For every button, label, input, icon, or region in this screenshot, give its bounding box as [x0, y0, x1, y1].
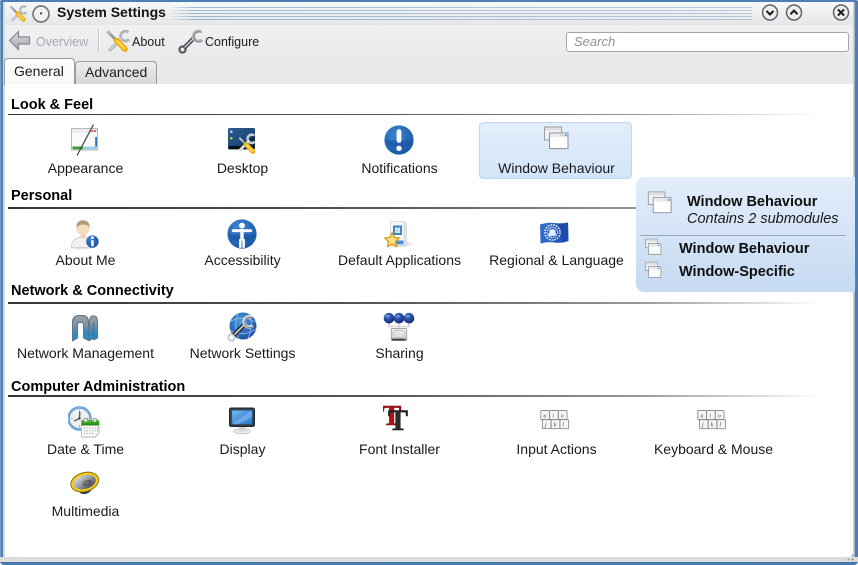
- svg-text:o: o: [718, 413, 721, 419]
- svg-text:k: k: [554, 423, 557, 429]
- svg-text:k: k: [711, 423, 714, 429]
- svg-text:j: j: [544, 423, 547, 429]
- svg-text:u: u: [700, 413, 703, 419]
- svg-text:u: u: [543, 413, 546, 419]
- svg-text:j: j: [701, 423, 704, 429]
- svg-text:o: o: [561, 413, 564, 419]
- svg-text:T: T: [388, 404, 408, 436]
